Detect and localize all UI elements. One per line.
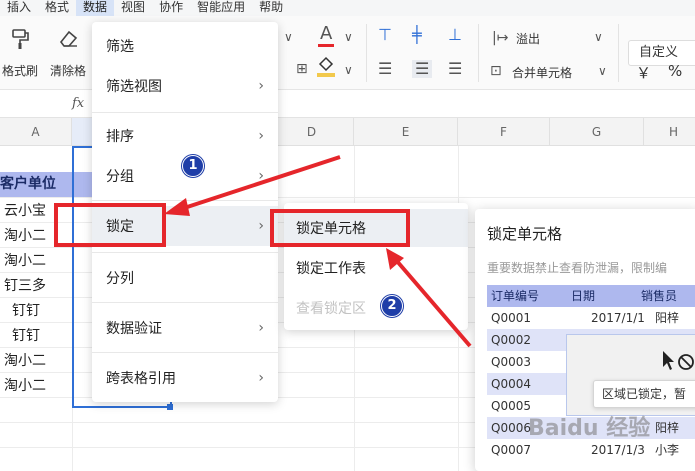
highlight-lock-menu-item: [54, 203, 166, 247]
preview-cell: Q0006: [491, 421, 531, 435]
font-color-dropdown-icon[interactable]: ∨: [344, 28, 353, 46]
menu-bar: 插入 格式 数据 视图 协作 智能应用 帮助: [0, 0, 695, 16]
menu-format[interactable]: 格式: [38, 0, 76, 16]
chevron-right-icon: ›: [258, 370, 264, 386]
table-cell[interactable]: 淘小二: [4, 374, 72, 399]
menu-divider: [92, 302, 278, 303]
menu-divider: [92, 200, 278, 201]
preview-table-header: 订单编号 日期 销售员: [487, 285, 695, 307]
watermark-logo: Baidu 经验: [528, 416, 651, 441]
clear-format-button[interactable]: 清除格: [50, 28, 86, 79]
border-icon[interactable]: ⊞: [296, 60, 308, 78]
fill-handle[interactable]: [167, 404, 173, 410]
column-header-f[interactable]: F: [458, 118, 550, 146]
table-cell[interactable]: 钉钉: [12, 324, 72, 349]
align-left-icon[interactable]: ☰: [378, 60, 392, 78]
menu-divider: [92, 112, 278, 113]
preview-header-cell: 销售员: [641, 289, 678, 303]
preview-table-row: Q0007 2017/1/3 小李: [487, 439, 695, 461]
preview-cell: 2017/1/1: [591, 311, 645, 325]
step-badge-2: 2: [381, 295, 403, 317]
format-painter-button[interactable]: 格式刷: [2, 28, 38, 79]
align-middle-icon[interactable]: ╪: [412, 26, 422, 44]
toolbar-divider: [618, 24, 619, 82]
chevron-right-icon: ›: [258, 320, 264, 336]
toolbar-divider: [366, 24, 367, 82]
menu-divider: [92, 352, 278, 353]
preview-cell: Q0005: [491, 399, 531, 413]
merge-cells-button[interactable]: 合并单元格: [512, 64, 572, 81]
column-header-d[interactable]: D: [270, 118, 354, 146]
preview-cell: 阳梓: [655, 311, 680, 325]
menu-item-cross-sheet-ref[interactable]: 跨表格引用 ›: [92, 358, 278, 398]
preview-table-row: Q0001 2017/1/1 阳梓: [487, 307, 695, 329]
align-right-icon[interactable]: ☰: [448, 60, 462, 78]
merge-cells-icon: ⊡: [490, 63, 502, 79]
align-center-icon[interactable]: ☰: [412, 60, 433, 78]
preview-description: 重要数据禁止查看防泄漏，限制编: [487, 261, 668, 275]
menu-insert[interactable]: 插入: [0, 0, 38, 16]
preview-cell: 阳梓: [655, 421, 680, 435]
menu-item-filter[interactable]: 筛选: [92, 26, 278, 66]
column-header-e[interactable]: E: [354, 118, 458, 146]
eraser-icon: [57, 28, 79, 56]
dropdown-icon[interactable]: ∨: [284, 28, 293, 46]
menu-data[interactable]: 数据: [76, 0, 115, 16]
preview-cell: Q0001: [491, 311, 531, 325]
align-top-icon[interactable]: ⊤: [378, 26, 392, 44]
table-cell[interactable]: 钉钉: [12, 299, 72, 324]
font-color-button[interactable]: A: [318, 23, 335, 47]
column-header-a[interactable]: A: [0, 118, 72, 146]
menu-help[interactable]: 帮助: [252, 0, 290, 16]
chevron-right-icon: ›: [258, 168, 264, 184]
submenu-item-view-locked: 查看锁定区: [296, 301, 366, 317]
overflow-dropdown-icon[interactable]: ∨: [594, 28, 603, 46]
preview-cell: 2017/1/3: [591, 443, 645, 457]
menu-smart-apps[interactable]: 智能应用: [190, 0, 252, 16]
overflow-button[interactable]: 溢出: [516, 30, 540, 47]
preview-cell: Q0002: [491, 333, 531, 347]
preview-cell: 小李: [655, 443, 680, 457]
locked-tooltip: 区域已锁定，暂: [593, 380, 695, 408]
column-header-h[interactable]: H: [644, 118, 695, 146]
preview-cell: Q0003: [491, 355, 531, 369]
percent-format-button[interactable]: %: [668, 62, 682, 80]
toolbar-divider: [478, 24, 479, 82]
preview-title: 锁定单元格: [487, 225, 563, 243]
table-cell[interactable]: 淘小二: [4, 249, 72, 274]
chevron-right-icon: ›: [258, 218, 264, 234]
menu-item-sort[interactable]: 排序 ›: [92, 116, 278, 156]
menu-collab[interactable]: 协作: [152, 0, 190, 16]
cursor-icon: [661, 349, 695, 378]
table-cell[interactable]: 淘小二: [4, 349, 72, 374]
table-cell[interactable]: 钉三多: [4, 274, 72, 299]
preview-cell: Q0004: [491, 377, 531, 391]
preview-header-cell: 日期: [571, 289, 596, 303]
preview-cell: Q0007: [491, 443, 531, 457]
currency-format-button[interactable]: ￥: [636, 62, 651, 83]
highlight-lock-cells-item: [270, 209, 410, 247]
menu-item-data-validation[interactable]: 数据验证 ›: [92, 308, 278, 348]
submenu-item-lock-sheet[interactable]: 锁定工作表: [284, 249, 468, 287]
column-header-g[interactable]: G: [550, 118, 644, 146]
fill-color-icon[interactable]: [316, 56, 336, 82]
paint-roller-icon: [10, 28, 30, 56]
fx-label: fx: [72, 96, 85, 111]
menu-item-filter-view[interactable]: 筛选视图 ›: [92, 66, 278, 106]
menu-view[interactable]: 视图: [114, 0, 152, 16]
menu-divider: [92, 252, 278, 253]
merge-dropdown-icon[interactable]: ∨: [598, 62, 607, 80]
preview-header-cell: 订单编号: [491, 289, 540, 303]
fill-dropdown-icon[interactable]: ∨: [344, 61, 353, 79]
chevron-right-icon: ›: [258, 78, 264, 94]
menu-item-split-column[interactable]: 分列: [92, 258, 278, 298]
align-bottom-icon[interactable]: ⊥: [448, 26, 462, 44]
step-badge-1: 1: [182, 155, 204, 177]
overflow-icon: |↦: [492, 30, 509, 46]
chevron-right-icon: ›: [258, 128, 264, 144]
